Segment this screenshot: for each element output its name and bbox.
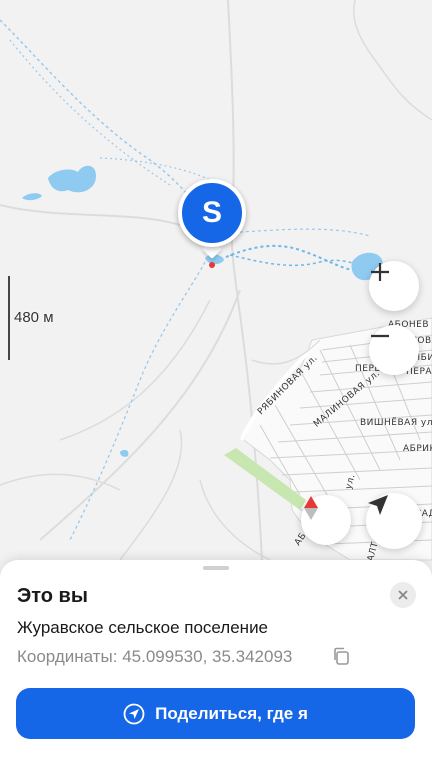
street-label-abrik: АБРИК [403, 444, 432, 454]
share-location-button[interactable]: Поделиться, где я [16, 688, 415, 739]
my-location-button[interactable] [366, 493, 422, 549]
coordinates-text: Координаты: 45.099530, 35.342093 [17, 647, 293, 666]
copy-icon [334, 647, 349, 665]
zoom-in-button[interactable] [369, 261, 419, 311]
scale-label: 480 м [14, 309, 54, 326]
sheet-drag-handle[interactable] [203, 566, 229, 570]
close-icon [398, 590, 408, 600]
compass-button[interactable] [301, 495, 351, 545]
scale-bar [8, 276, 10, 360]
copy-coordinates-button[interactable] [332, 647, 350, 665]
location-bottom-sheet: Это вы Журавское сельское поселение Коор… [0, 560, 432, 768]
minus-icon [371, 334, 389, 338]
close-button[interactable] [390, 582, 416, 608]
location-dot [209, 262, 215, 268]
street-label-vishnevaya: ВИШНЁВАЯ ул. [360, 418, 432, 428]
locality-name: Журавское сельское поселение [17, 618, 269, 637]
share-navigation-icon [123, 703, 145, 724]
sheet-title: Это вы [17, 585, 88, 607]
share-button-label: Поделиться, где я [155, 703, 308, 723]
pin-letter: S [201, 196, 222, 229]
plus-icon [371, 263, 389, 281]
pin-avatar: S [178, 179, 246, 247]
navigation-arrow-icon [368, 495, 388, 515]
zoom-out-button[interactable] [369, 325, 419, 375]
user-location-pin[interactable]: S [175, 176, 249, 259]
compass-icon [304, 496, 318, 520]
